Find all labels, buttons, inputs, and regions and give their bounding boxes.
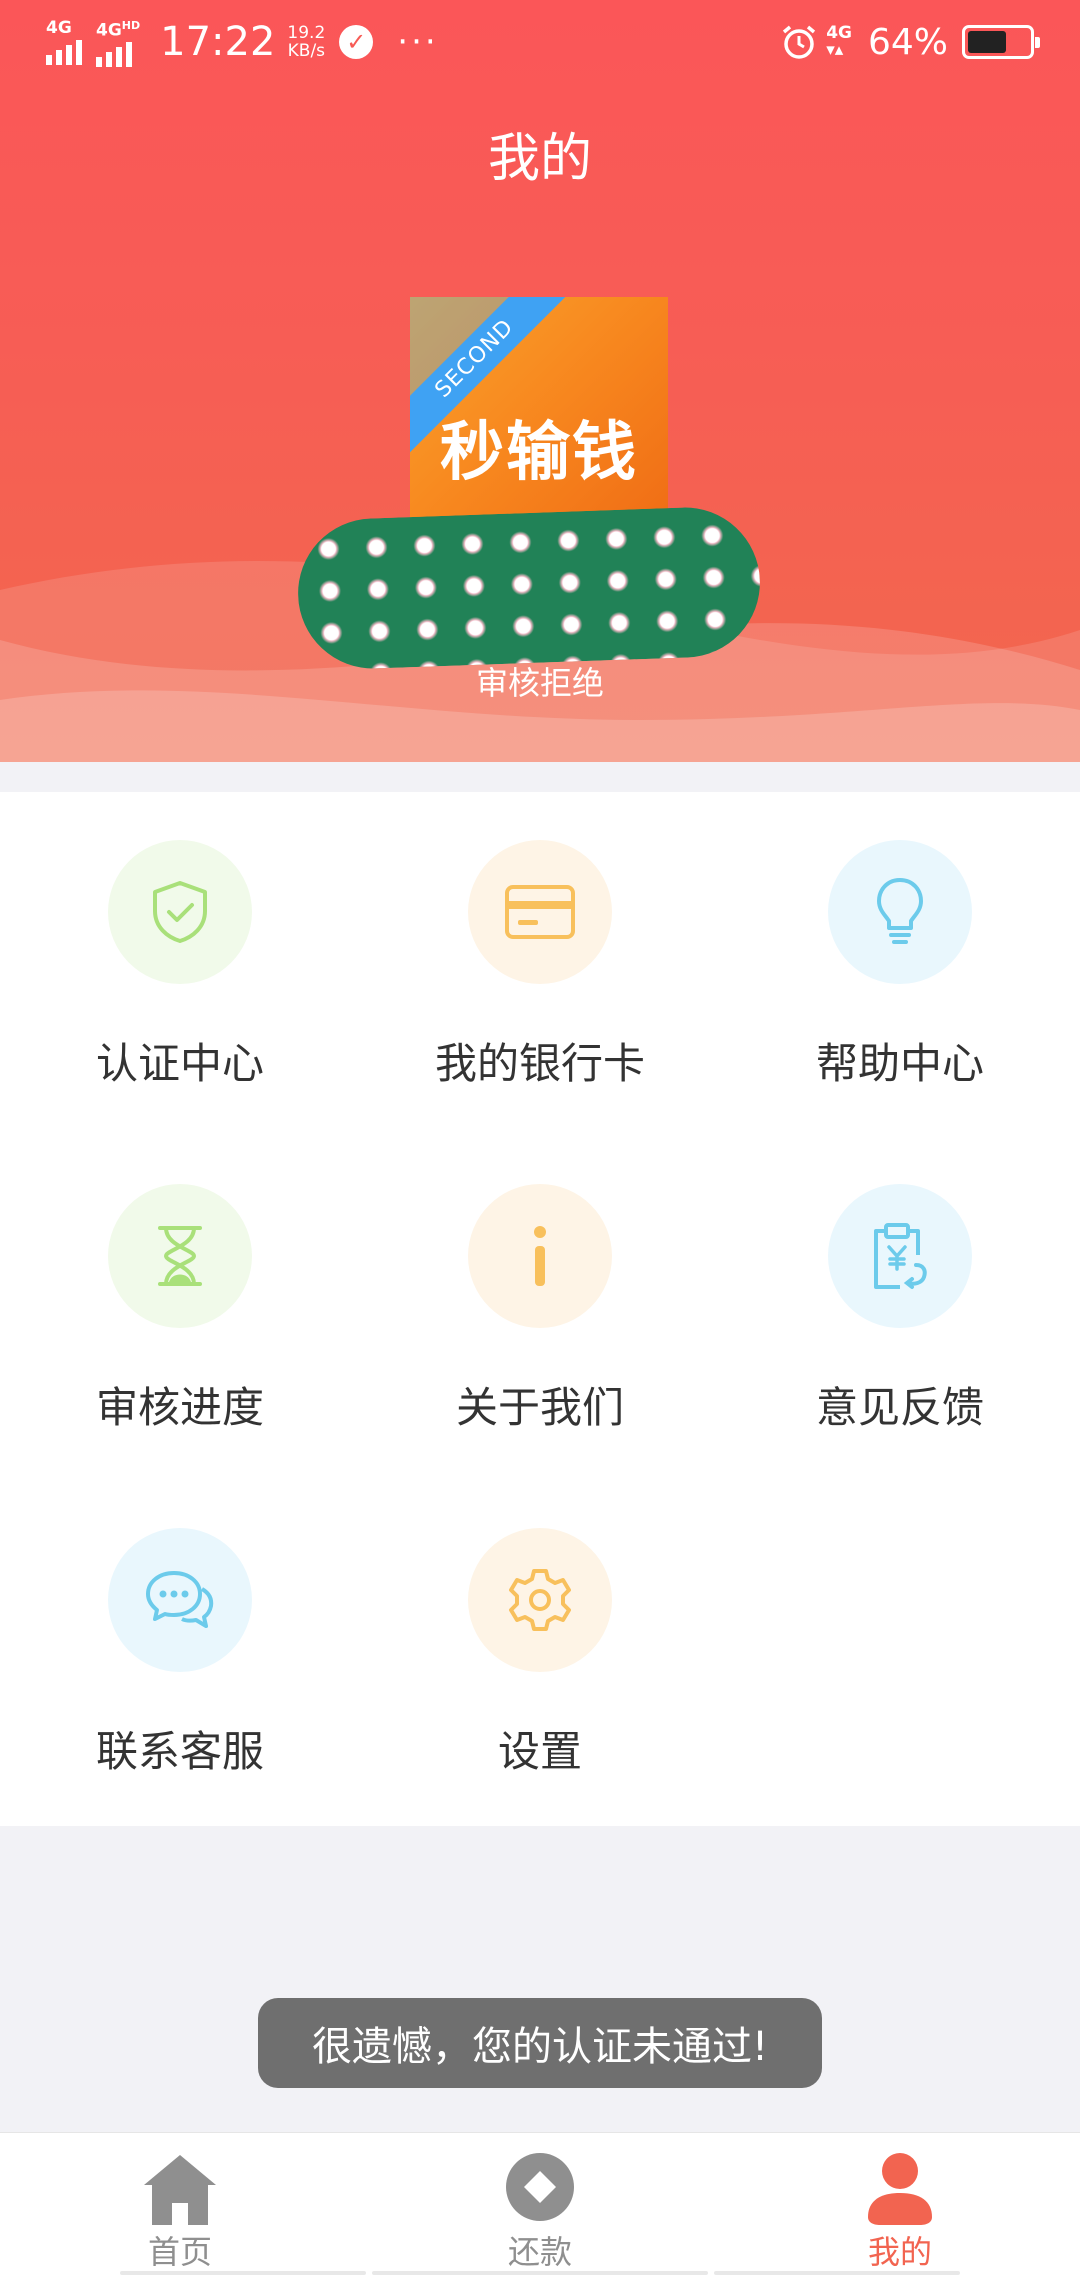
network-4g-icon: 4G ▾▴ — [826, 23, 852, 60]
menu-label: 联系客服 — [95, 1727, 264, 1776]
logo-brand-text: 秒输钱 — [440, 416, 638, 490]
menu-item-verification-center[interactable]: 认证中心 — [0, 792, 360, 1092]
tab-repayment[interactable]: 还款 — [360, 2133, 720, 2280]
tab-home[interactable]: 首页 — [0, 2133, 360, 2280]
profile-header: 4G 4GHD 17:22 19.2 KB/s ✓ ··· 4G ▾▴ 64% … — [0, 0, 1080, 762]
menu-item-feedback[interactable]: 意见反馈 — [720, 1136, 1080, 1436]
menu-label: 关于我们 — [455, 1383, 624, 1432]
menu-label: 设置 — [497, 1727, 582, 1776]
tab-label: 首页 — [147, 2233, 212, 2271]
status-bar: 4G 4GHD 17:22 19.2 KB/s ✓ ··· 4G ▾▴ 64% — [0, 0, 1080, 84]
alarm-icon — [783, 25, 816, 59]
more-notifications-icon: ··· — [397, 22, 439, 62]
menu-item-my-bank-card[interactable]: 我的银行卡 — [360, 792, 720, 1092]
function-grid: 认证中心 我的银行卡 帮助中心 审核进度 关于我们 意见反馈 联系客服 设置 — [0, 792, 1080, 1826]
menu-label: 认证中心 — [95, 1039, 264, 1088]
page-title: 我的 — [487, 129, 592, 189]
menu-label: 我的银行卡 — [434, 1039, 645, 1088]
home-icon — [144, 2155, 216, 2225]
menu-item-review-progress[interactable]: 审核进度 — [0, 1136, 360, 1436]
menu-item-settings[interactable]: 设置 — [360, 1480, 720, 1780]
lightbulb-icon — [877, 878, 923, 944]
menu-item-help-center[interactable]: 帮助中心 — [720, 792, 1080, 1092]
tab-mine[interactable]: 我的 — [720, 2133, 1080, 2280]
battery-icon — [962, 25, 1040, 59]
bank-card-icon — [505, 885, 575, 939]
tab-label: 我的 — [867, 2233, 932, 2271]
tab-label: 还款 — [507, 2233, 572, 2271]
review-status-text: 审核拒绝 — [475, 664, 604, 702]
menu-label: 帮助中心 — [815, 1039, 984, 1088]
chat-bubbles-icon — [146, 1571, 214, 1628]
redacted-username — [295, 504, 763, 672]
user-icon — [868, 2153, 932, 2225]
menu-item-contact-support[interactable]: 联系客服 — [0, 1480, 360, 1780]
gear-icon — [509, 1569, 571, 1631]
signal-2-icon: 4GHD — [96, 17, 140, 68]
clipboard-yen-icon — [874, 1223, 927, 1289]
toast-message: 很遗憾，您的认证未通过! — [258, 1998, 822, 2088]
bottom-tab-bar: 首页 还款 我的 — [0, 2132, 1080, 2280]
menu-label: 审核进度 — [95, 1383, 264, 1432]
signal-1-icon: 4G — [46, 19, 82, 65]
repay-icon — [506, 2153, 574, 2221]
shield-check-icon — [153, 881, 207, 943]
menu-item-about-us[interactable]: 关于我们 — [360, 1136, 720, 1436]
status-time: 17:22 — [160, 19, 276, 65]
network-speed: 19.2 KB/s — [287, 23, 326, 61]
info-icon — [534, 1226, 546, 1286]
menu-label: 意见反馈 — [815, 1383, 984, 1432]
hourglass-icon — [158, 1226, 202, 1286]
battery-percent: 64% — [867, 21, 948, 63]
check-circle-icon: ✓ — [339, 25, 374, 59]
